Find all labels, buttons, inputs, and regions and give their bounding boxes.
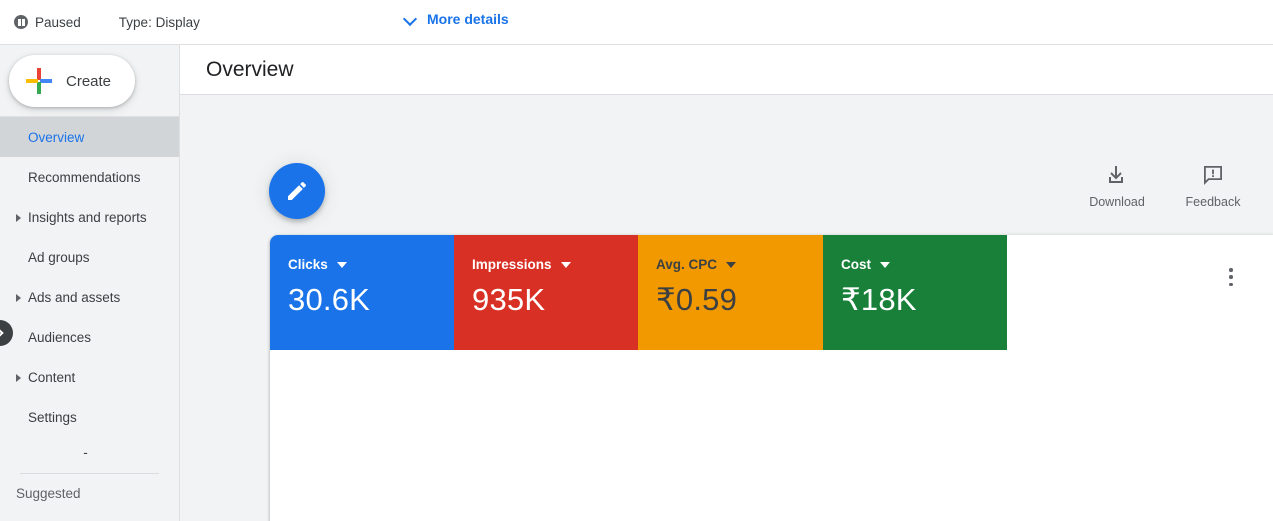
metric-dropdown-caret-icon[interactable] xyxy=(336,261,347,268)
chart-canvas xyxy=(270,350,1273,521)
sidebar-item-settings[interactable]: Settings xyxy=(0,397,179,437)
sidebar-item-label: Insights and reports xyxy=(28,209,147,225)
edit-fab-button[interactable] xyxy=(269,163,325,219)
page-title: Overview xyxy=(206,57,294,81)
sidebar-dash: - xyxy=(83,444,88,460)
overview-chart-card: Clicks 30.6K Impressions 935K Avg. CPC ₹0.59 C… xyxy=(270,235,1273,521)
metric-card-impressions[interactable]: Impressions 935K xyxy=(454,235,638,350)
main-content: Overview Download Feedback Clicks 30.6K … xyxy=(180,45,1273,521)
metric-selector[interactable]: Impressions xyxy=(472,257,638,272)
sidebar-item-recommendations[interactable]: Recommendations xyxy=(0,157,179,197)
metric-value: ₹18K xyxy=(841,282,917,317)
google-plus-icon xyxy=(26,68,52,94)
metric-name: Avg. CPC xyxy=(656,257,718,272)
sidebar-item-ad-groups[interactable]: Ad groups xyxy=(0,237,179,277)
card-toolbar: Download Feedback xyxy=(1085,163,1245,209)
metric-dropdown-caret-icon[interactable] xyxy=(726,261,737,268)
sidebar-item-label: Settings xyxy=(28,409,77,425)
sidebar-item-overview[interactable]: Overview xyxy=(0,117,179,157)
performance-chart: 26 Jul 2023 26 Aug 2023 xyxy=(270,350,1273,521)
metric-value: ₹0.59 xyxy=(656,282,738,317)
more-details-label: More details xyxy=(427,11,509,27)
feedback-button[interactable]: Feedback xyxy=(1181,163,1245,209)
metric-selector[interactable]: Clicks xyxy=(288,257,454,272)
metric-card-cost[interactable]: Cost ₹18K xyxy=(823,235,1007,350)
metric-value: 935K xyxy=(472,282,546,317)
sidebar-nav: Overview Recommendations Insights and repo… xyxy=(0,117,179,437)
pause-circle-icon xyxy=(14,15,28,29)
metric-value: 30.6K xyxy=(288,282,371,317)
metric-dropdown-caret-icon[interactable] xyxy=(560,261,571,268)
campaign-status: Paused xyxy=(14,15,81,30)
metric-name: Clicks xyxy=(288,257,328,272)
sidebar-item-label: Ad groups xyxy=(28,249,90,265)
sidebar-item-audiences[interactable]: Audiences xyxy=(0,317,179,357)
sidebar-item-ads-and-assets[interactable]: Ads and assets xyxy=(0,277,179,317)
create-button[interactable]: Create xyxy=(9,55,135,107)
sidebar-suggested-label: Suggested xyxy=(16,486,81,501)
chevron-down-icon xyxy=(404,13,416,25)
download-label: Download xyxy=(1089,195,1145,209)
metric-selector[interactable]: Avg. CPC xyxy=(656,257,823,272)
feedback-icon xyxy=(1204,166,1222,185)
metric-selector[interactable]: Cost xyxy=(841,257,1007,272)
campaign-type-label: Type: Display xyxy=(118,14,200,30)
more-details-button[interactable]: More details xyxy=(404,11,509,27)
metric-card-clicks[interactable]: Clicks 30.6K xyxy=(270,235,454,350)
metric-dropdown-caret-icon[interactable] xyxy=(880,261,890,268)
sidebar-item-label: Audiences xyxy=(28,329,92,345)
download-button[interactable]: Download xyxy=(1085,163,1149,209)
sidebar-item-label: Recommendations xyxy=(28,169,141,185)
metric-cards-row: Clicks 30.6K Impressions 935K Avg. CPC ₹0.59 C… xyxy=(270,235,1007,350)
download-icon xyxy=(1109,166,1123,183)
top-status-bar: Paused Type: Display More details xyxy=(0,0,1273,45)
sidebar-item-label: Overview xyxy=(28,129,85,145)
pencil-icon xyxy=(288,181,307,200)
create-zone: Create xyxy=(0,45,179,117)
feedback-label: Feedback xyxy=(1185,195,1241,209)
status-label: Paused xyxy=(35,14,81,30)
create-button-label: Create xyxy=(66,72,112,90)
sidebar: Create Overview Recommendations Insights a… xyxy=(0,45,180,521)
page-header: Overview xyxy=(180,45,1273,95)
sidebar-item-insights-and-reports[interactable]: Insights and reports xyxy=(0,197,179,237)
sidebar-item-label: Ads and assets xyxy=(28,289,121,305)
content-area: Download Feedback Clicks 30.6K Impressions… xyxy=(180,95,1273,521)
app-root: Paused Type: Display More details Create… xyxy=(0,0,1273,521)
sidebar-item-content[interactable]: Content xyxy=(0,357,179,397)
metric-name: Cost xyxy=(841,257,871,272)
metric-card-avg-cpc[interactable]: Avg. CPC ₹0.59 xyxy=(638,235,823,350)
more-vert-icon[interactable] xyxy=(1221,267,1241,287)
metric-name: Impressions xyxy=(472,257,552,272)
sidebar-item-label: Content xyxy=(28,369,76,385)
